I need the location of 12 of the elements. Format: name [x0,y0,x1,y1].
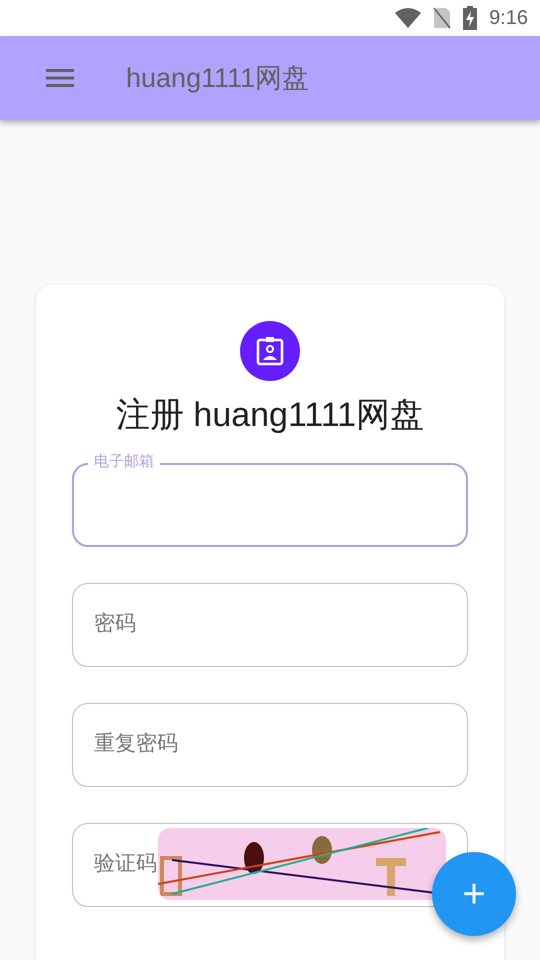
form-title: 注册 huang1111网盘 [114,395,426,436]
app-title: huang1111网盘 [126,62,310,95]
battery-charging-icon [463,6,478,30]
input-field[interactable] [72,703,468,787]
menu-icon [46,68,74,88]
field-label: 重复密码 [94,731,178,757]
field-label: 验证码 [94,851,157,877]
status-time: 9:16 [489,6,528,31]
field-label: 密码 [94,611,136,637]
input-field[interactable] [72,583,468,667]
no-sim-icon [433,7,452,29]
wifi-icon [395,8,422,28]
